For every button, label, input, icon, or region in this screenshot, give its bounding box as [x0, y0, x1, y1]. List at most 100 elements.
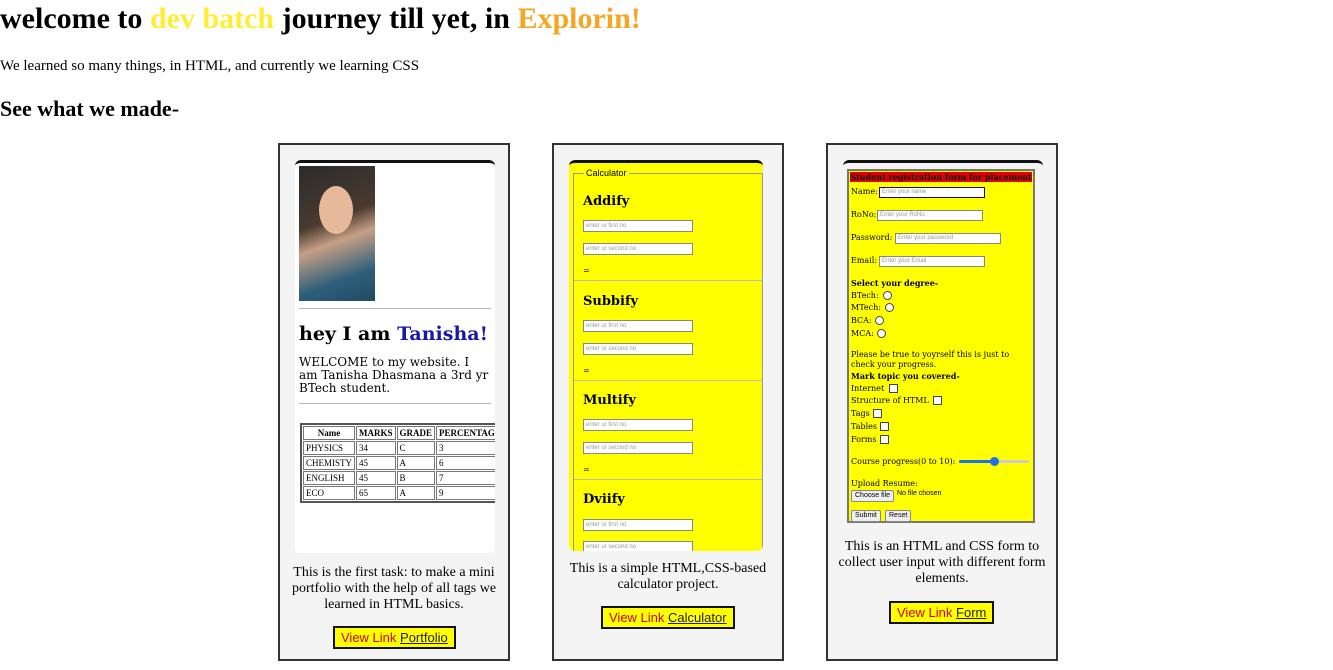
submit-button[interactable]: Submit — [851, 510, 881, 522]
view-link-form-button[interactable]: View Link Form — [889, 601, 995, 624]
form-preview: Student registration form for placement … — [843, 160, 1043, 528]
view-link-calculator-button[interactable]: View Link Calculator — [601, 606, 735, 629]
title-highlight-explorin: Explorin! — [517, 2, 641, 35]
topic-label: Forms — [851, 435, 877, 444]
link-name-text: Form — [956, 605, 987, 620]
link-name-text: Calculator — [668, 610, 727, 625]
first-number-input[interactable]: enter ur first no — [583, 320, 693, 332]
topic-label: Internet — [851, 384, 885, 393]
topic-label: Tables — [851, 422, 878, 431]
title-text-2: journey till yet, in — [281, 2, 510, 35]
slider-fill — [959, 460, 994, 463]
divider — [574, 280, 762, 281]
course-progress-slider[interactable] — [959, 457, 1029, 466]
form-heading: Student registration form for placement — [850, 172, 1032, 182]
rono-label: RoNo: — [851, 210, 877, 219]
op-heading: Subbify — [583, 294, 639, 309]
op-heading: Addify — [583, 194, 630, 209]
honesty-note: Please be true to yoyrself this is just … — [851, 350, 1010, 369]
portfolio-welcome-text: WELCOME to my website. I am Tanisha Dhas… — [299, 355, 489, 395]
table-row: CHEMISTY 45 A 6 — [303, 456, 495, 470]
table-header: Name — [303, 426, 356, 440]
divider — [299, 308, 491, 309]
name-label: Name: — [851, 187, 878, 196]
topic-checkbox-internet[interactable] — [889, 384, 898, 393]
project-card-calculator: Calculator Addify enter ur first no ente… — [552, 143, 784, 661]
table-header: GRADE — [396, 426, 436, 440]
result-text: = — [583, 366, 590, 375]
choose-file-button[interactable]: Choose file — [851, 490, 895, 502]
first-number-input[interactable]: enter ur first no — [583, 519, 693, 531]
link-lead-text: View Link — [341, 630, 397, 645]
degree-option-label: BCA: — [851, 316, 872, 325]
marks-table: Name MARKS GRADE PERCENTAGE PHYSICS 34 C 3 … — [300, 423, 495, 503]
title-highlight-dev-batch: dev batch — [149, 2, 275, 35]
topic-label: Tags — [851, 409, 870, 418]
degree-option-label: BTech: — [851, 291, 879, 300]
op-heading: Multify — [583, 393, 636, 408]
card-description: This is an HTML and CSS form to collect … — [838, 539, 1046, 586]
degree-radio-btech[interactable] — [883, 291, 892, 300]
degree-label: Select your degree- — [851, 278, 939, 288]
email-input[interactable]: Enter your Email — [879, 256, 985, 267]
password-input[interactable]: Enter your password — [895, 233, 1001, 244]
degree-option-label: MCA: — [851, 329, 874, 338]
calculator-fieldset: Calculator Addify enter ur first no ente… — [573, 168, 763, 551]
intro-text: We learned so many things, in HTML, and … — [0, 58, 420, 74]
divider — [574, 479, 762, 480]
table-row: ENGLISH 45 B 7 — [303, 471, 495, 485]
result-text: = — [583, 266, 590, 275]
project-card-form: Student registration form for placement … — [826, 143, 1058, 661]
degree-radio-mca[interactable] — [877, 329, 886, 338]
rono-input[interactable]: Enter your RoNo — [877, 210, 983, 221]
password-label: Password: — [851, 233, 893, 242]
link-lead-text: View Link — [897, 605, 953, 620]
view-link-portfolio-button[interactable]: View Link Portfolio — [333, 626, 456, 649]
section-heading: See what we made- — [0, 96, 180, 121]
degree-radio-bca[interactable] — [875, 316, 884, 325]
email-label: Email: — [851, 256, 878, 265]
progress-label: Course progress(0 to 10): — [851, 457, 956, 466]
second-number-input[interactable]: enter ur second no — [583, 343, 693, 355]
resume-label: Upload Resume: — [851, 479, 918, 488]
table-header: MARKS — [356, 426, 396, 440]
first-number-input[interactable]: enter ur first no — [583, 220, 693, 232]
topic-label: Structure of HTML — [851, 396, 929, 405]
table-header: PERCENTAGE — [436, 426, 495, 440]
topic-checkbox-tables[interactable] — [880, 422, 889, 431]
project-card-portfolio: hey I am Tanisha! WELCOME to my website.… — [278, 143, 510, 661]
registration-form: Student registration form for placement … — [847, 169, 1035, 523]
topic-checkbox-forms[interactable] — [880, 435, 889, 444]
table-row: ECO 65 A 9 — [303, 486, 495, 500]
second-number-input[interactable]: enter ur second no — [583, 243, 693, 255]
portfolio-heading: hey I am Tanisha! — [299, 323, 488, 345]
divider — [299, 403, 491, 404]
link-name-text: Portfolio — [400, 630, 448, 645]
no-file-text: No file chosen — [897, 490, 942, 497]
first-number-input[interactable]: enter ur first no — [583, 419, 693, 431]
second-number-input[interactable]: enter ur second no — [583, 442, 693, 454]
op-heading: Dviify — [583, 492, 625, 507]
calculator-legend: Calculator — [584, 168, 629, 178]
calculator-preview: Calculator Addify enter ur first no ente… — [569, 160, 763, 551]
degree-option-label: MTech: — [851, 303, 881, 312]
second-number-input[interactable]: enter ur second no — [583, 541, 693, 551]
divider — [574, 380, 762, 381]
topic-checkbox-tags[interactable] — [873, 409, 882, 418]
page-title: welcome to dev batch journey till yet, i… — [0, 0, 641, 38]
table-row: PHYSICS 34 C 3 — [303, 441, 495, 455]
slider-knob[interactable] — [989, 457, 999, 466]
portfolio-preview: hey I am Tanisha! WELCOME to my website.… — [295, 160, 495, 553]
topics-label: Mark topic you covered- — [851, 371, 960, 381]
degree-radio-mtech[interactable] — [885, 303, 894, 312]
profile-photo — [299, 166, 375, 301]
result-text: = — [583, 465, 590, 474]
title-text-1: welcome to — [0, 2, 143, 35]
portfolio-name: Tanisha! — [397, 323, 488, 345]
card-description: This is a simple HTML,CSS-based calculat… — [569, 561, 767, 592]
reset-button[interactable]: Reset — [885, 510, 912, 522]
card-description: This is the first task: to make a mini p… — [291, 565, 497, 612]
name-input[interactable]: Enter your name — [879, 187, 985, 198]
link-lead-text: View Link — [609, 610, 665, 625]
topic-checkbox-structure[interactable] — [933, 396, 942, 405]
